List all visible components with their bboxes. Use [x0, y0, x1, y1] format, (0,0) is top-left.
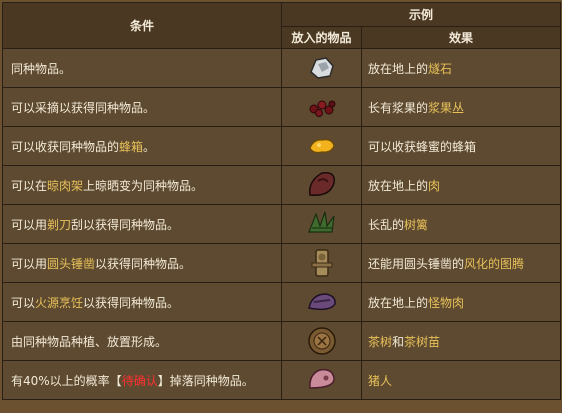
condition-text: 可以用: [11, 256, 48, 271]
condition-text: 可以采摘以获得同种物品。: [11, 100, 156, 115]
table-row: 有40%以上的概率【待确认】掉落同种物品。 猪人: [2, 360, 562, 400]
effect-cell: 还能用圆头锤凿的风化的图腾: [360, 243, 562, 283]
effect-link[interactable]: 肉: [428, 179, 440, 193]
effect-link[interactable]: 茶树: [368, 335, 392, 349]
tumbleweed-icon[interactable]: [306, 208, 338, 240]
effect-cell: 茶树和茶树苗: [360, 321, 562, 361]
item-cell: [281, 48, 362, 88]
honey-icon[interactable]: [306, 130, 338, 162]
berries-icon[interactable]: [306, 91, 338, 123]
condition-cell: 由同种物品种植、放置形成。: [2, 321, 282, 361]
effect-text: 长有浆果的: [368, 100, 429, 115]
condition-cell: 可以火源烹饪以获得同种物品。: [2, 282, 282, 322]
condition-link[interactable]: 晾肉架: [47, 179, 83, 193]
example-table: 条件 示例 放入的物品 效果 同种物品。 放在地上的燧石 可以采摘以获得同种物品。长…: [2, 2, 562, 400]
effect-link[interactable]: 树篱: [404, 218, 428, 232]
effect-link[interactable]: 燧石: [428, 62, 452, 76]
effect-text: 放在地上的: [368, 295, 429, 310]
item-cell: [281, 243, 362, 283]
recipe-table-container: 条件 示例 放入的物品 效果 同种物品。 放在地上的燧石 可以采摘以获得同种物品。长…: [0, 0, 562, 413]
condition-text: 以获得同种物品。: [95, 256, 192, 271]
table-row: 可以用剃刀刮以获得同种物品。 长乱的树篱: [2, 204, 562, 244]
condition-cell: 可以收获同种物品的蜂箱。: [2, 126, 282, 166]
item-cell: [281, 282, 362, 322]
condition-text: 可以用: [11, 217, 48, 232]
condition-cell: 同种物品。: [2, 48, 282, 88]
header-effect: 效果: [360, 26, 562, 49]
table-row: 可以用圆头锤凿以获得同种物品。 还能用圆头锤凿的风化的图腾: [2, 243, 562, 283]
condition-link[interactable]: 火源烹饪: [35, 296, 83, 310]
monster-meat-icon[interactable]: [306, 286, 338, 318]
condition-text: 刮以获得同种物品。: [71, 217, 180, 232]
condition-text: 。: [143, 139, 156, 154]
flint-icon[interactable]: [306, 52, 338, 84]
table-row: 可以采摘以获得同种物品。 长有浆果的浆果丛: [2, 87, 562, 127]
effect-text: 放在地上的: [368, 178, 429, 193]
item-cell: [281, 204, 362, 244]
item-cell: [281, 87, 362, 127]
condition-cell: 可以用圆头锤凿以获得同种物品。: [2, 243, 282, 283]
table-row: 由同种物品种植、放置形成。 茶树和茶树苗: [2, 321, 562, 361]
header-item-placed: 放入的物品: [281, 26, 362, 49]
effect-text: 放在地上的: [368, 61, 429, 76]
header-example: 示例: [280, 2, 562, 27]
condition-text: 以获得同种物品。: [83, 295, 180, 310]
effect-cell: 长乱的树篱: [360, 204, 562, 244]
condition-text: 可以收获同种物品的: [11, 139, 120, 154]
condition-link[interactable]: 圆头锤凿: [47, 257, 95, 271]
effect-cell: 猪人: [360, 360, 562, 400]
pig-skin-icon[interactable]: [306, 364, 338, 396]
condition-text: 有40%以上的概率【: [11, 373, 122, 388]
effect-link[interactable]: 风化的图腾: [464, 257, 524, 271]
effect-link[interactable]: 茶树苗: [404, 335, 440, 349]
meat-icon[interactable]: [306, 169, 338, 201]
effect-cell: 长有浆果的浆果丛: [360, 87, 562, 127]
condition-link[interactable]: 蜂箱: [119, 140, 143, 154]
effect-link[interactable]: 浆果丛: [428, 101, 464, 115]
effect-text: 长乱的: [368, 217, 405, 232]
item-cell: [281, 126, 362, 166]
condition-link[interactable]: 剃刀: [47, 218, 71, 232]
condition-text: 上晾晒变为同种物品。: [83, 178, 204, 193]
effect-link[interactable]: 猪人: [368, 374, 392, 388]
item-cell: [281, 165, 362, 205]
table-row: 可以在晾肉架上晾晒变为同种物品。 放在地上的肉: [2, 165, 562, 205]
effect-text: 还能用圆头锤凿的: [368, 256, 465, 271]
condition-text: 同种物品。: [11, 61, 72, 76]
effect-text: 可以收获蜂蜜的蜂箱: [368, 139, 477, 154]
item-cell: [281, 321, 362, 361]
table-row: 同种物品。 放在地上的燧石: [2, 48, 562, 88]
effect-link[interactable]: 怪物肉: [428, 296, 464, 310]
effect-cell: 放在地上的肉: [360, 165, 562, 205]
effect-text: 和: [392, 334, 405, 349]
effect-cell: 放在地上的怪物肉: [360, 282, 562, 322]
totem-icon[interactable]: [306, 247, 338, 279]
condition-text: 由同种物品种植、放置形成。: [11, 334, 168, 349]
header-condition: 条件: [2, 2, 282, 49]
table-row: 可以火源烹饪以获得同种物品。 放在地上的怪物肉: [2, 282, 562, 322]
condition-cell: 有40%以上的概率【待确认】掉落同种物品。: [2, 360, 282, 400]
condition-cell: 可以用剃刀刮以获得同种物品。: [2, 204, 282, 244]
table-body: 同种物品。 放在地上的燧石 可以采摘以获得同种物品。 长有浆果的浆果丛 可以收获同种物品…: [2, 48, 562, 400]
item-cell: [281, 360, 362, 400]
pending-tag: 待确认: [121, 373, 158, 388]
effect-cell: 放在地上的燧石: [360, 48, 562, 88]
condition-text: 可以在: [11, 178, 48, 193]
effect-cell: 可以收获蜂蜜的蜂箱: [360, 126, 562, 166]
tea-tree-icon[interactable]: [306, 325, 338, 357]
condition-text: 可以: [11, 295, 36, 310]
condition-text: 】掉落同种物品。: [157, 373, 254, 388]
condition-cell: 可以采摘以获得同种物品。: [2, 87, 282, 127]
condition-cell: 可以在晾肉架上晾晒变为同种物品。: [2, 165, 282, 205]
table-row: 可以收获同种物品的蜂箱。 可以收获蜂蜜的蜂箱: [2, 126, 562, 166]
